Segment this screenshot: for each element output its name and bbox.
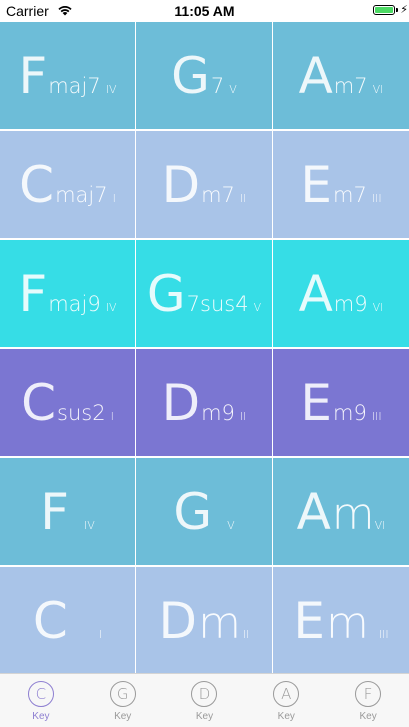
chord-quality: m [325, 597, 369, 649]
chord-pad[interactable]: G7V [136, 22, 272, 129]
tab-key-c[interactable]: C Key [0, 674, 82, 727]
chord-root: C [21, 373, 57, 432]
tab-label: Key [32, 711, 50, 722]
status-time: 11:05 AM [174, 3, 235, 19]
chord-pad[interactable]: Fmaj7 IV [0, 22, 135, 129]
key-a-icon: A [273, 681, 300, 707]
chord-root: F [18, 264, 48, 323]
chord-root: G [173, 482, 213, 541]
chord-quality: 7sus4 [186, 291, 249, 316]
key-c-icon: C [27, 681, 54, 707]
key-tab-bar: C Key G Key D Key A Key F Key [0, 673, 409, 727]
chord-root: C [32, 591, 68, 650]
roman-numeral: III [378, 627, 389, 641]
roman-numeral: III [371, 191, 382, 205]
tab-label: Key [359, 711, 377, 722]
chord-pad[interactable]: GV [136, 458, 272, 565]
chord-pad[interactable]: CI [0, 567, 135, 674]
chord-root: E [293, 591, 325, 650]
status-bar: Carrier 11:05 AM ⚡︎ [0, 0, 409, 22]
key-d-icon: D [191, 681, 218, 707]
chord-root: E [300, 373, 333, 432]
chord-pad[interactable]: Dm II [136, 567, 272, 674]
roman-numeral: III [371, 409, 382, 423]
chord-pad[interactable]: G 7sus4 V [136, 240, 272, 347]
roman-numeral: IV [83, 518, 95, 532]
chord-root: E [300, 155, 333, 214]
chord-quality: maj9 [48, 291, 101, 316]
roman-numeral: I [98, 627, 103, 641]
chord-quality: sus2 [57, 400, 106, 425]
chord-root: A [296, 482, 331, 541]
chord-root: D [158, 591, 198, 650]
key-f-icon: F [355, 681, 382, 707]
chord-root: D [161, 373, 201, 432]
chord-quality: m9 [333, 291, 368, 316]
roman-numeral: II [239, 409, 247, 423]
tab-key-a[interactable]: A Key [245, 674, 327, 727]
roman-numeral: II [239, 191, 247, 205]
roman-numeral: V [253, 300, 262, 314]
chord-pad[interactable]: Am7 VI [273, 22, 409, 129]
chord-pad[interactable]: Dm9 II [136, 349, 272, 456]
chord-root: G [171, 46, 210, 105]
chord-pad[interactable]: Cmaj7 I [0, 131, 135, 238]
chord-pad[interactable]: Em III [273, 567, 409, 674]
chord-root: A [298, 264, 333, 323]
chord-quality: 7 [210, 73, 225, 98]
roman-numeral: I [110, 409, 114, 423]
chord-quality: m [198, 597, 241, 649]
roman-numeral: V [227, 518, 235, 532]
roman-numeral: I [112, 191, 116, 205]
chord-quality: m9 [333, 400, 367, 425]
chord-grid: Fmaj7 IV G7V Am7 VI Cmaj7 I Dm7 II Em7 III Fm… [0, 22, 409, 674]
chord-root: F [18, 46, 48, 105]
roman-numeral: II [242, 627, 250, 641]
chord-quality: m9 [201, 400, 235, 425]
chord-pad[interactable]: Em7 III [273, 131, 409, 238]
chord-quality: m [331, 488, 375, 540]
chord-root: F [40, 482, 69, 541]
roman-numeral: VI [374, 518, 386, 532]
chord-pad[interactable]: Fmaj9 IV [0, 240, 135, 347]
tab-label: Key [195, 711, 214, 722]
chord-quality: maj7 [55, 182, 108, 207]
chord-quality: maj7 [48, 73, 101, 98]
chord-root: C [19, 155, 55, 214]
roman-numeral: IV [105, 300, 117, 314]
battery-tip [396, 8, 398, 12]
tab-label: Key [277, 711, 295, 722]
chord-quality: m7 [333, 73, 368, 98]
chord-pad[interactable]: Csus2 I [0, 349, 135, 456]
key-g-icon: G [109, 681, 136, 707]
roman-numeral: VI [372, 300, 384, 314]
tab-key-f[interactable]: F Key [327, 674, 409, 727]
chord-root: D [161, 155, 201, 214]
tab-key-d[interactable]: D Key [164, 674, 246, 727]
battery-icon [373, 5, 395, 15]
chord-quality: m7 [201, 182, 235, 207]
roman-numeral: IV [105, 82, 117, 96]
roman-numeral: VI [372, 82, 384, 96]
chord-root: G [146, 264, 186, 323]
tab-label: Key [114, 711, 132, 722]
chord-pad[interactable]: Dm7 II [136, 131, 272, 238]
chord-pad[interactable]: Am VI [273, 458, 409, 565]
chord-quality: m7 [333, 182, 367, 207]
chord-pad[interactable]: Em9 III [273, 349, 409, 456]
chord-pad[interactable]: Am9 VI [273, 240, 409, 347]
chord-pad[interactable]: F IV [0, 458, 135, 565]
tab-key-g[interactable]: G Key [82, 674, 164, 727]
roman-numeral: V [229, 82, 237, 96]
chord-root: A [298, 46, 333, 105]
charging-bolt-icon: ⚡︎ [400, 4, 408, 16]
